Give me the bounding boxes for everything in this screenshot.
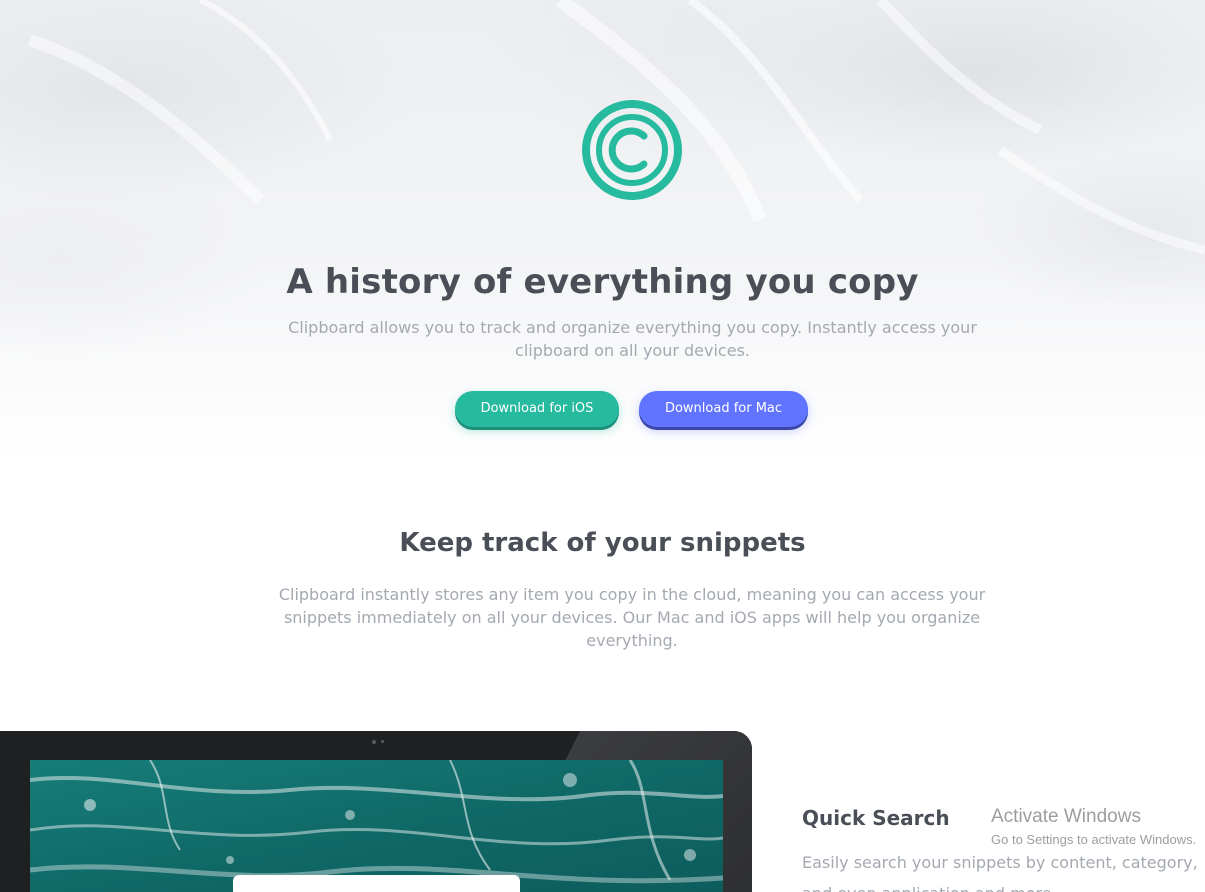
download-ios-button[interactable]: Download for iOS — [455, 391, 619, 427]
activate-windows-watermark: Activate Windows Go to Settings to activ… — [991, 806, 1205, 847]
download-mac-button[interactable]: Download for Mac — [639, 391, 808, 427]
hero-title: A history of everything you copy — [286, 262, 919, 302]
app-window-card — [233, 875, 520, 892]
monitor-camera-icon — [372, 740, 386, 744]
quick-search-description-line2: and even application and more. — [802, 884, 1057, 892]
quick-search-description: Easily search your snippets by content, … — [802, 853, 1198, 872]
watermark-title: Activate Windows — [991, 806, 1141, 827]
landing-page: A history of everything you copy Clipboa… — [0, 0, 1205, 892]
copyright-logo-icon — [581, 99, 683, 201]
snippets-section-title: Keep track of your snippets — [399, 528, 806, 558]
watermark-subtitle: Go to Settings to activate Windows. — [991, 832, 1197, 847]
monitor-screen-ocean-image — [30, 760, 723, 892]
snippets-section-description: Clipboard instantly stores any item you … — [278, 585, 986, 650]
hero-description: Clipboard allows you to track and organi… — [288, 318, 977, 360]
quick-search-title: Quick Search — [802, 806, 950, 830]
